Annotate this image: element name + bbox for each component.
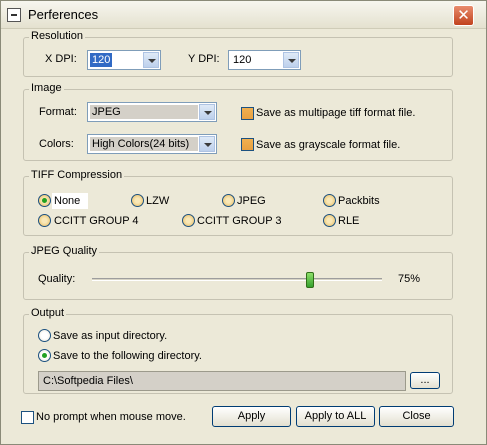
tiff-ccitt4-radio[interactable] <box>38 214 51 227</box>
x-dpi-select[interactable]: 120 <box>87 50 161 70</box>
tiff-compression-group-label: TIFF Compression <box>29 169 125 181</box>
tiff-ccitt3-radio[interactable] <box>182 214 195 227</box>
close-window-button[interactable]: ✕ <box>453 5 474 26</box>
multipage-tiff-checkbox[interactable] <box>241 107 254 120</box>
output-group: Output Save as input directory. Save to … <box>23 307 453 394</box>
x-dpi-label: X DPI: <box>45 53 77 65</box>
system-menu-icon[interactable] <box>7 8 21 22</box>
chevron-down-icon[interactable] <box>199 104 215 120</box>
tiff-ccitt3-label: CCITT GROUP 3 <box>197 215 282 227</box>
tiff-lzw-radio[interactable] <box>131 194 144 207</box>
image-group: Image Format: JPEG Save as multipage tif… <box>23 82 453 161</box>
tiff-packbits-radio[interactable] <box>323 194 336 207</box>
tiff-none-label: None <box>54 195 81 207</box>
quality-slider-thumb[interactable] <box>305 272 314 288</box>
y-dpi-label: Y DPI: <box>188 53 220 65</box>
jpeg-quality-group-label: JPEG Quality <box>29 245 100 257</box>
y-dpi-value: 120 <box>233 54 252 66</box>
chevron-down-icon[interactable] <box>283 52 299 68</box>
title-bar: Perferences ✕ <box>1 1 486 29</box>
format-label: Format: <box>39 106 77 118</box>
apply-button[interactable]: Apply <box>212 406 291 427</box>
jpeg-quality-group: JPEG Quality Quality: 75% <box>23 245 453 300</box>
tiff-lzw-label: LZW <box>146 195 170 207</box>
no-prompt-checkbox[interactable] <box>21 411 34 424</box>
tiff-packbits-label: Packbits <box>338 195 380 207</box>
tiff-rle-radio[interactable] <box>323 214 336 227</box>
following-directory-radio[interactable] <box>38 349 51 362</box>
multipage-tiff-label: Save as multipage tiff format file. <box>256 107 416 119</box>
tiff-ccitt4-label: CCITT GROUP 4 <box>54 215 139 227</box>
window-title: Perferences <box>28 7 99 22</box>
tiff-jpeg-radio[interactable] <box>222 194 235 207</box>
colors-select[interactable]: High Colors(24 bits) <box>87 134 217 154</box>
colors-label: Colors: <box>39 138 74 150</box>
quality-label: Quality: <box>38 273 76 285</box>
format-value: JPEG <box>90 105 198 119</box>
chevron-down-icon[interactable] <box>199 136 215 152</box>
input-directory-radio[interactable] <box>38 329 51 342</box>
chevron-down-icon[interactable] <box>143 52 159 68</box>
colors-value: High Colors(24 bits) <box>90 137 198 151</box>
format-select[interactable]: JPEG <box>87 102 217 122</box>
input-directory-label: Save as input directory. <box>53 330 168 342</box>
quality-slider-track[interactable] <box>92 278 382 281</box>
tiff-compression-group: TIFF Compression None LZW JPEG Packbits … <box>23 169 453 236</box>
tiff-rle-label: RLE <box>338 215 360 227</box>
resolution-group-label: Resolution <box>29 30 85 42</box>
resolution-group: Resolution X DPI: 120 Y DPI: 120 <box>23 30 453 77</box>
following-directory-label: Save to the following directory. <box>53 350 202 362</box>
preferences-window: Perferences ✕ Resolution X DPI: 120 Y DP… <box>0 0 487 445</box>
tiff-jpeg-label: JPEG <box>237 195 266 207</box>
image-group-label: Image <box>29 82 64 94</box>
x-dpi-value: 120 <box>90 53 113 67</box>
close-button[interactable]: Close <box>379 406 454 427</box>
grayscale-checkbox[interactable] <box>241 138 254 151</box>
browse-button[interactable]: ... <box>410 372 440 389</box>
tiff-none-radio[interactable] <box>38 194 51 207</box>
output-group-label: Output <box>29 307 67 319</box>
quality-value: 75% <box>398 273 421 285</box>
y-dpi-select[interactable]: 120 <box>228 50 301 70</box>
apply-to-all-button[interactable]: Apply to ALL <box>296 406 375 427</box>
output-directory-field[interactable]: C:\Softpedia Files\ <box>38 371 406 391</box>
grayscale-label: Save as grayscale format file. <box>256 139 401 151</box>
no-prompt-label: No prompt when mouse move. <box>36 411 186 423</box>
